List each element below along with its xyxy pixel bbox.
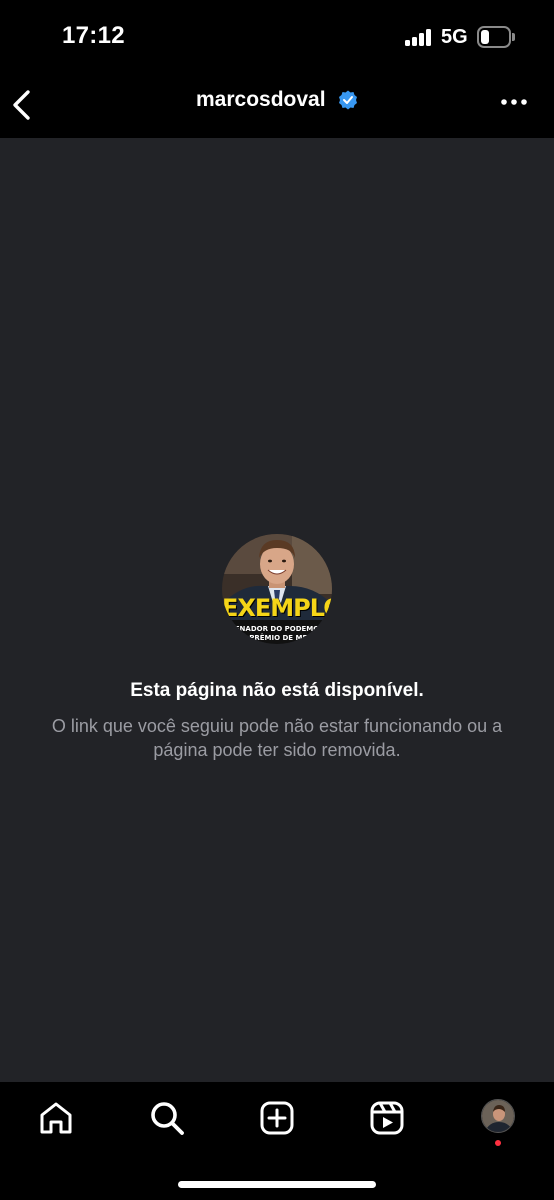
verified-badge-icon [339, 90, 357, 110]
nav-search-button[interactable] [145, 1096, 189, 1140]
status-time: 17:12 [62, 22, 125, 49]
network-type: 5G [441, 26, 468, 48]
nav-create-button[interactable] [255, 1096, 299, 1140]
avatar-caption-line2: ... PRÊMIO DE ME... [238, 634, 316, 642]
unavailable-title: Esta página não está disponível. [130, 680, 424, 701]
home-icon [40, 1102, 72, 1134]
unavailable-description: O link que você seguiu pode não estar fu… [51, 716, 503, 760]
profile-header: marcosdoval [0, 74, 554, 138]
nav-profile-button[interactable] [481, 1099, 515, 1133]
ellipsis-icon [501, 99, 527, 105]
profile-avatar [482, 1100, 514, 1132]
battery-icon [477, 26, 515, 48]
nav-home-button[interactable] [34, 1096, 78, 1140]
home-indicator[interactable] [178, 1181, 376, 1188]
cellular-signal-icon [405, 29, 433, 46]
nav-reels-button[interactable] [365, 1096, 409, 1140]
battery-fill [481, 30, 489, 44]
create-icon [260, 1101, 294, 1135]
bottom-navigation [0, 1082, 554, 1200]
search-icon [151, 1102, 184, 1135]
status-bar: 17:12 5G [0, 0, 554, 74]
profile-picture: EXEMPLO SENADOR DO PODEMOS ... PRÊMIO DE… [222, 534, 332, 644]
profile-username: marcosdoval [195, 88, 326, 111]
header-title: marcosdoval [0, 88, 554, 112]
reels-icon [370, 1101, 404, 1135]
more-options-button[interactable] [500, 94, 528, 110]
avatar-headline-text: EXEMPLO [222, 594, 332, 622]
notification-dot [495, 1140, 501, 1146]
app-screen: 17:12 5G marcosdoval EXEMPLO SENADOR DO … [0, 0, 554, 1200]
avatar-caption-line1: SENADOR DO PODEMOS [229, 625, 325, 633]
page-unavailable-content: EXEMPLO SENADOR DO PODEMOS ... PRÊMIO DE… [0, 138, 554, 1082]
